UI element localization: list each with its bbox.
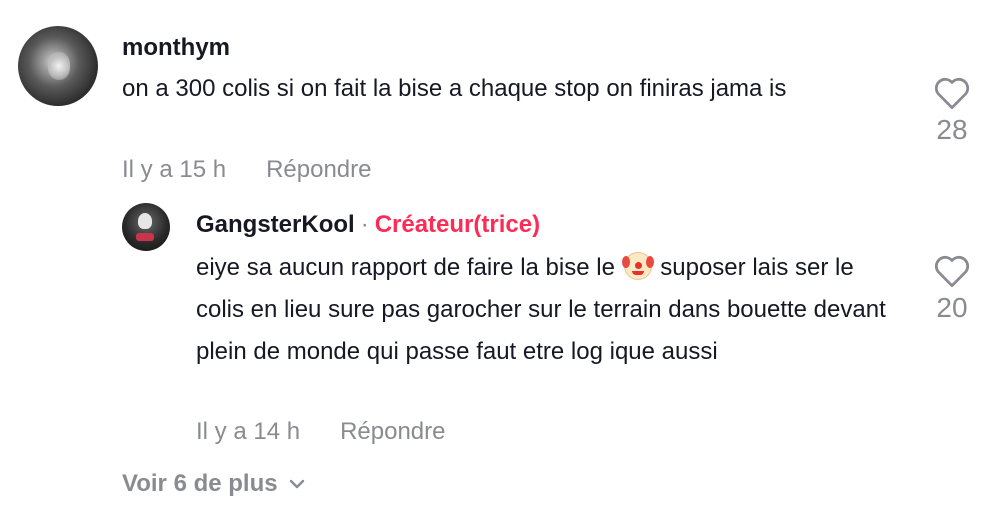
avatar-image-accent: [136, 233, 154, 241]
heart-outline-icon: [934, 77, 970, 110]
reply-like-button[interactable]: 20: [922, 254, 982, 324]
comment-text: on a 300 colis si on fait la bise a chaq…: [122, 75, 787, 102]
reply-text: eiye sa aucun rapport de faire la bise l…: [196, 247, 902, 373]
reply-timestamp: Il y a 14 h: [196, 418, 301, 445]
comment-reply-button[interactable]: Répondre: [266, 156, 371, 183]
view-more-label: Voir 6 de plus: [122, 470, 278, 497]
reply-text-part-1: eiye sa aucun rapport de faire la bise l…: [196, 254, 615, 281]
comment-meta: Il y a 15 h Répondre: [122, 156, 371, 184]
comment-like-count: 28: [936, 114, 968, 145]
reply-reply-button[interactable]: Répondre: [340, 418, 445, 445]
clown-face-emoji-icon: [621, 252, 654, 280]
view-more-replies-button[interactable]: Voir 6 de plus: [122, 470, 306, 498]
reply-header: GangsterKool · Créateur(trice): [196, 211, 540, 239]
chevron-down-icon: [289, 479, 304, 489]
avatar-image-detail: [48, 52, 70, 80]
comment-like-button[interactable]: 28: [922, 76, 982, 146]
creator-badge: Créateur(trice): [374, 211, 541, 238]
avatar-image-detail: [138, 213, 152, 229]
comment-timestamp: Il y a 15 h: [122, 156, 227, 183]
reply-avatar[interactable]: [122, 203, 170, 251]
comment-username[interactable]: monthym: [122, 34, 230, 62]
comment-avatar[interactable]: [18, 26, 98, 106]
reply-username[interactable]: GangsterKool: [196, 211, 355, 238]
reply-meta: Il y a 14 h Répondre: [196, 418, 445, 446]
heart-outline-icon: [934, 255, 970, 288]
reply-like-count: 20: [936, 292, 968, 323]
reply-separator: ·: [360, 211, 369, 238]
